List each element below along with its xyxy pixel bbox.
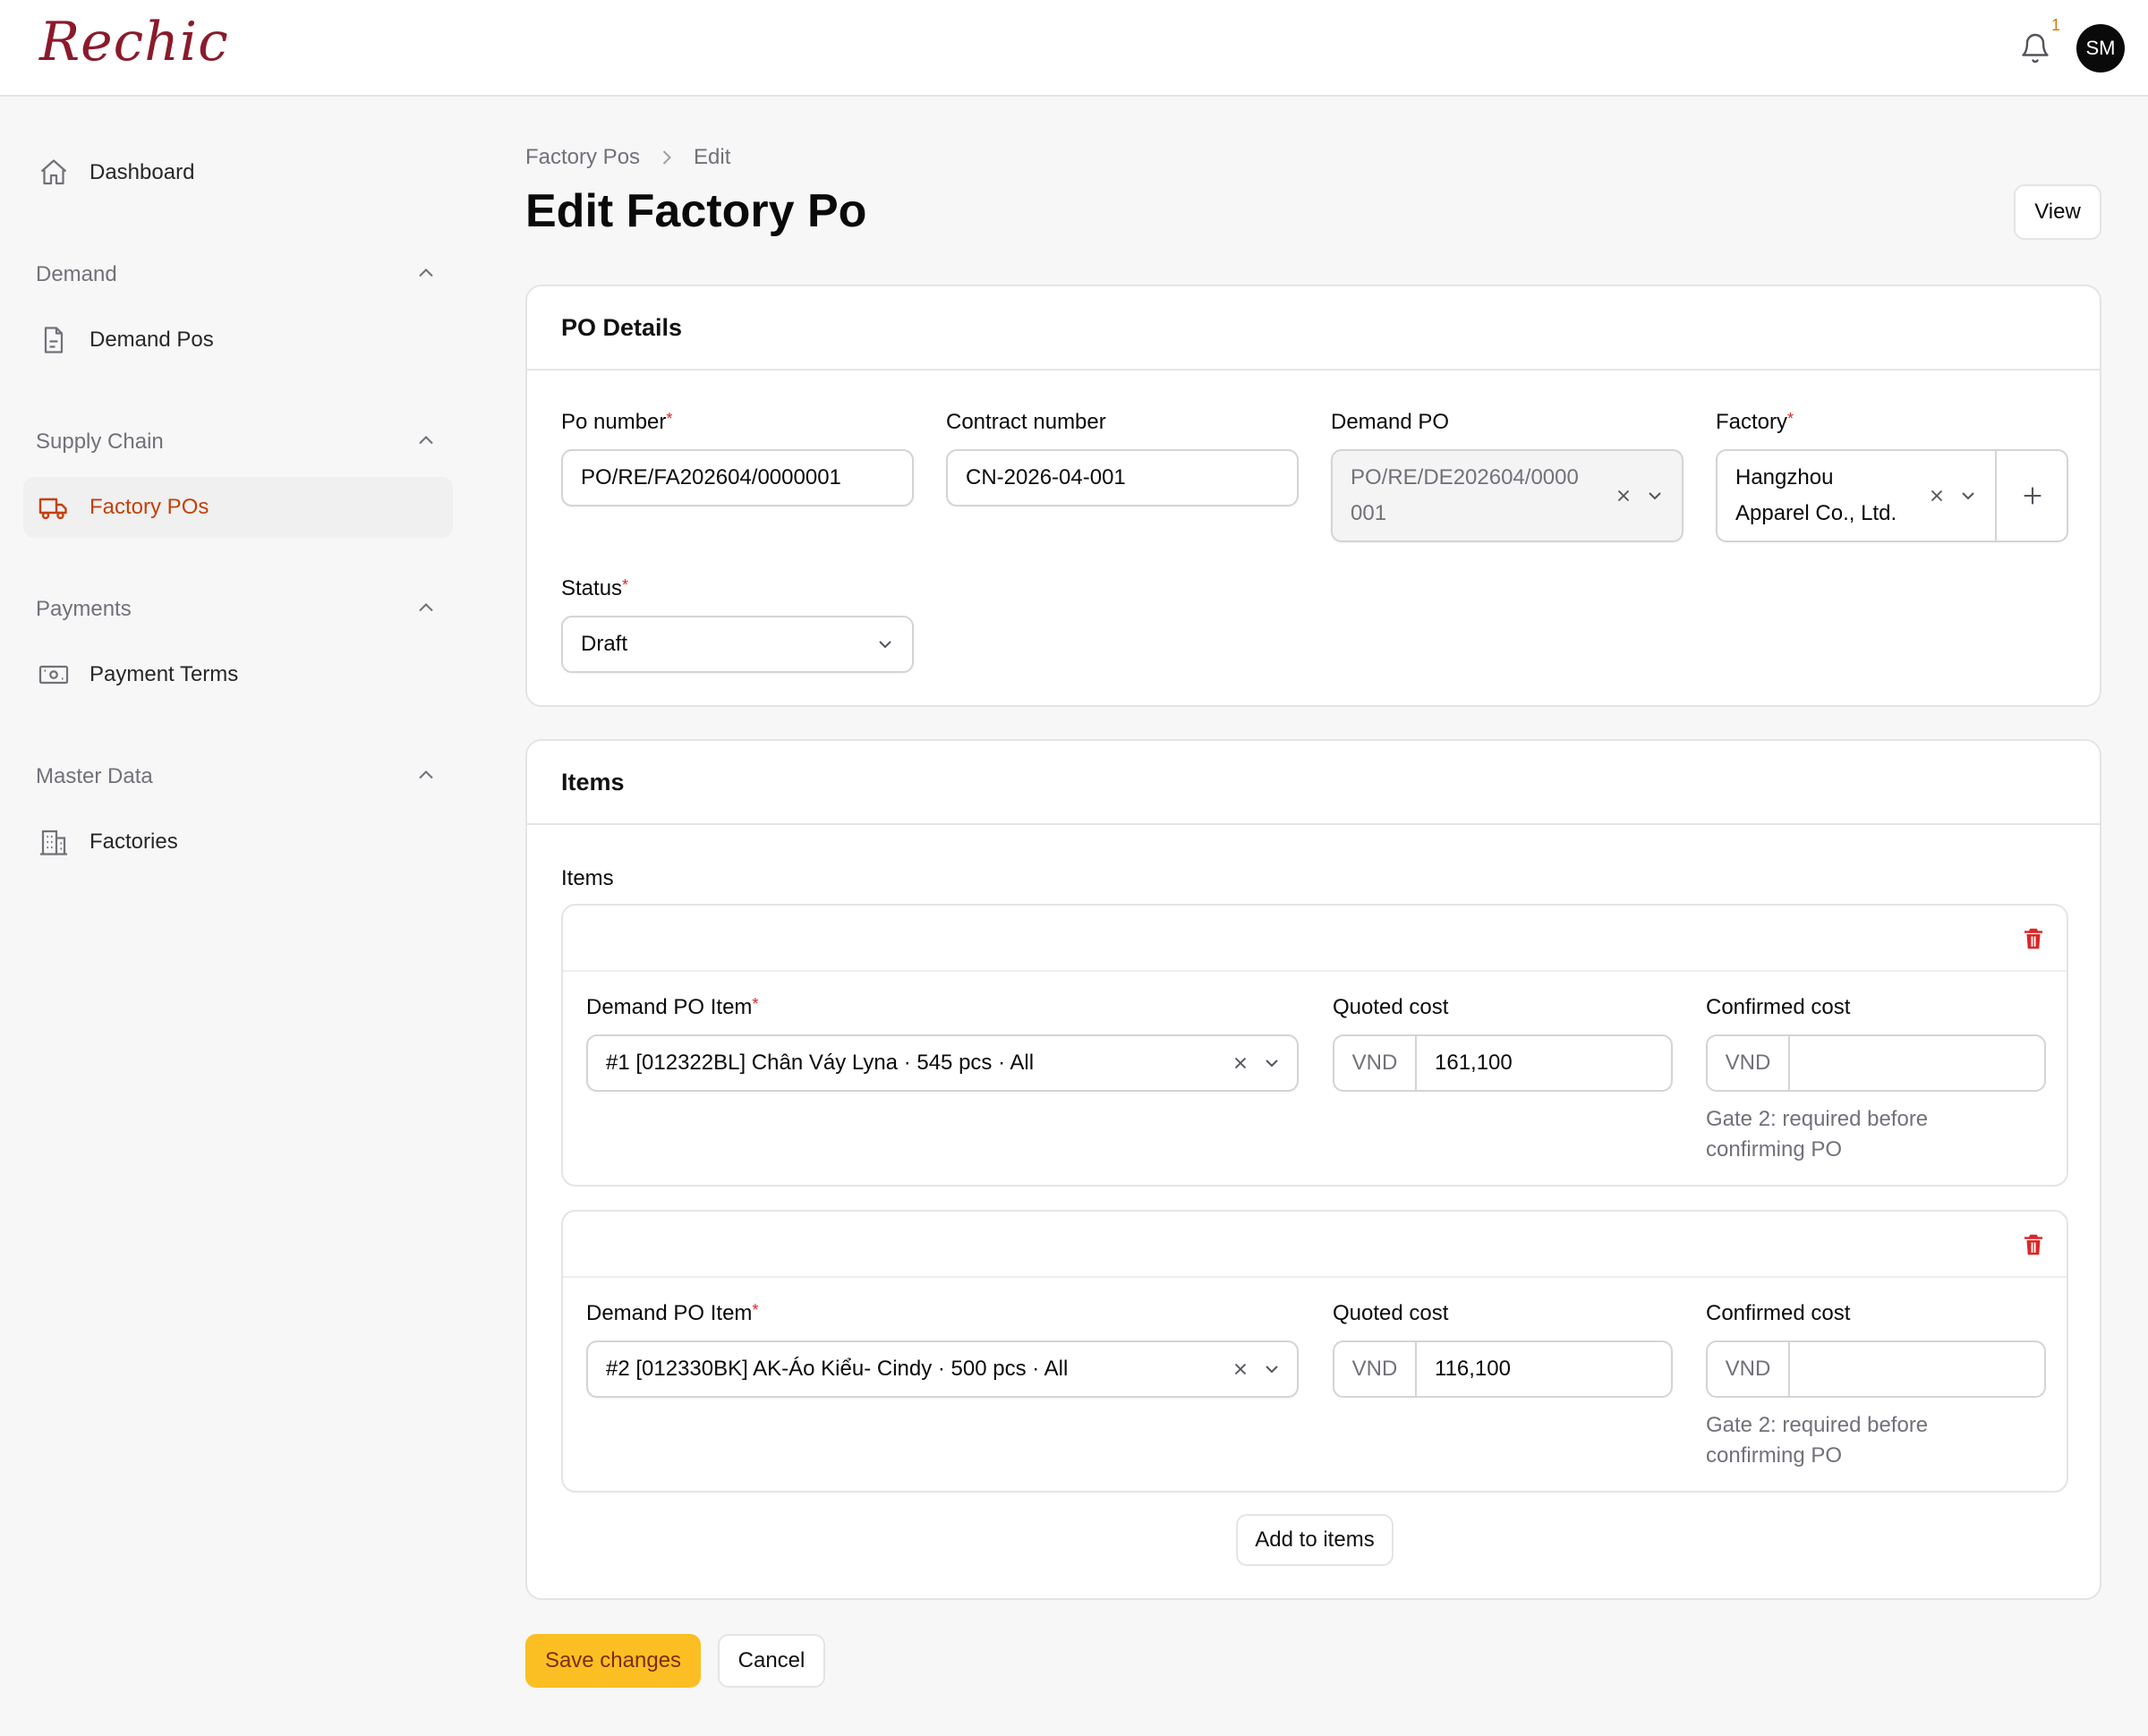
clear-icon[interactable]: [1231, 1053, 1250, 1073]
breadcrumb: Factory Pos Edit: [525, 145, 730, 170]
demand-po-item-select[interactable]: #2 [012330BK] AK-Áo Kiểu- Cindy · 500 pc…: [586, 1340, 1299, 1398]
currency-prefix: VND: [1334, 1342, 1417, 1396]
confirmed-cost-input[interactable]: VND: [1706, 1034, 2046, 1092]
confirmed-cost-value[interactable]: [1790, 1036, 1808, 1090]
home-icon: [40, 159, 67, 185]
sidebar-group-demand[interactable]: Demand: [36, 262, 117, 287]
chevron-up-icon[interactable]: [413, 260, 439, 285]
trash-icon[interactable]: [2020, 923, 2047, 954]
plus-icon[interactable]: [2020, 483, 2045, 508]
po-details-card: PO Details Po number* PO/RE/FA202604/000…: [525, 285, 2101, 707]
status-select[interactable]: Draft: [561, 616, 914, 673]
chevron-down-icon: [879, 641, 891, 649]
factory-label: Factory*: [1716, 410, 1794, 434]
quoted-cost-value[interactable]: 161,100: [1417, 1036, 1513, 1090]
clear-icon[interactable]: [1231, 1359, 1250, 1379]
confirmed-cost-label: Confirmed cost: [1706, 1301, 1851, 1325]
sidebar-group-payments[interactable]: Payments: [36, 597, 132, 622]
chevron-down-icon[interactable]: [1261, 1358, 1283, 1380]
divider: [1995, 451, 1997, 540]
sidebar-item-label: Demand Pos: [90, 328, 214, 352]
item-row: Demand PO Item* #2 [012330BK] AK-Áo Kiểu…: [561, 1210, 2068, 1493]
items-card: Items Items Demand PO Item* #1 [012322BL…: [525, 739, 2101, 1600]
notification-badge: 1: [2051, 16, 2061, 34]
po-number-input[interactable]: PO/RE/FA202604/0000001: [561, 449, 914, 506]
banknote-icon: [38, 665, 69, 685]
sidebar-item-factory-pos[interactable]: Factory POs: [23, 477, 453, 538]
logo[interactable]: Rechic: [39, 11, 229, 73]
currency-prefix: VND: [1708, 1342, 1790, 1396]
sidebar-item-label: Dashboard: [90, 160, 195, 184]
factory-select[interactable]: Hangzhou Apparel Co., Ltd.: [1716, 449, 2068, 542]
trash-icon[interactable]: [2020, 1230, 2047, 1260]
breadcrumb-current: Edit: [694, 145, 731, 169]
item-row: Demand PO Item* #1 [012322BL] Chân Váy L…: [561, 904, 2068, 1187]
items-subtitle: Items: [561, 866, 614, 890]
sidebar-item-label: Payment Terms: [90, 662, 239, 686]
demand-po-item-label: Demand PO Item*: [586, 1301, 759, 1325]
status-label: Status*: [561, 576, 629, 600]
clear-icon[interactable]: [1927, 486, 1947, 506]
save-button[interactable]: Save changes: [525, 1634, 701, 1688]
chevron-down-icon[interactable]: [1261, 1052, 1283, 1074]
add-item-button[interactable]: Add to items: [1236, 1514, 1394, 1566]
po-number-label: Po number*: [561, 410, 673, 434]
chevron-up-icon[interactable]: [413, 595, 439, 620]
page-title: Edit Factory Po: [525, 185, 867, 237]
chevron-down-icon[interactable]: [1644, 485, 1666, 506]
quoted-cost-value[interactable]: 116,100: [1417, 1342, 1511, 1396]
currency-prefix: VND: [1334, 1036, 1417, 1090]
sidebar-item-label: Factory POs: [90, 495, 209, 519]
view-button[interactable]: View: [2014, 184, 2101, 240]
avatar[interactable]: SM: [2076, 24, 2125, 72]
sidebar-group-master-data[interactable]: Master Data: [36, 764, 153, 789]
contract-number-input[interactable]: CN-2026-04-001: [946, 449, 1299, 506]
breadcrumb-parent-link[interactable]: Factory Pos: [525, 145, 640, 170]
chevron-right-icon: [662, 150, 672, 165]
quoted-cost-label: Quoted cost: [1333, 995, 1449, 1019]
sidebar-item-demand-pos[interactable]: Demand Pos: [23, 310, 453, 370]
confirmed-cost-hint: Gate 2: required before confirming PO: [1706, 1107, 1929, 1162]
sidebar-item-dashboard[interactable]: Dashboard: [23, 142, 453, 203]
building-icon: [40, 830, 67, 855]
currency-prefix: VND: [1708, 1036, 1790, 1090]
contract-number-label: Contract number: [946, 410, 1106, 434]
sidebar-item-label: Factories: [90, 830, 178, 854]
demand-po-item-select[interactable]: #1 [012322BL] Chân Váy Lyna · 545 pcs · …: [586, 1034, 1299, 1092]
demand-po-select[interactable]: PO/RE/DE202604/0000 001: [1331, 449, 1683, 542]
document-icon: [44, 327, 64, 353]
clear-icon[interactable]: [1614, 486, 1633, 506]
chevron-up-icon[interactable]: [413, 762, 439, 787]
quoted-cost-input[interactable]: VND 161,100: [1333, 1034, 1673, 1092]
bell-icon[interactable]: [2019, 30, 2051, 66]
top-bar: Rechic 1 SM: [0, 0, 2148, 97]
confirmed-cost-hint: Gate 2: required before confirming PO: [1706, 1413, 1929, 1468]
demand-po-label: Demand PO: [1331, 410, 1450, 434]
chevron-down-icon[interactable]: [1957, 485, 1979, 506]
cancel-button[interactable]: Cancel: [718, 1634, 825, 1688]
quoted-cost-label: Quoted cost: [1333, 1301, 1449, 1325]
items-title: Items: [527, 741, 2100, 825]
confirmed-cost-input[interactable]: VND: [1706, 1340, 2046, 1398]
po-details-title: PO Details: [527, 286, 2100, 370]
chevron-up-icon[interactable]: [413, 428, 439, 453]
sidebar-group-supply-chain[interactable]: Supply Chain: [36, 430, 164, 455]
sidebar-item-factories[interactable]: Factories: [23, 812, 453, 872]
sidebar-item-payment-terms[interactable]: Payment Terms: [23, 644, 453, 705]
confirmed-cost-label: Confirmed cost: [1706, 995, 1851, 1019]
quoted-cost-input[interactable]: VND 116,100: [1333, 1340, 1673, 1398]
confirmed-cost-value[interactable]: [1790, 1342, 1808, 1396]
truck-icon: [38, 498, 67, 520]
demand-po-item-label: Demand PO Item*: [586, 995, 759, 1019]
